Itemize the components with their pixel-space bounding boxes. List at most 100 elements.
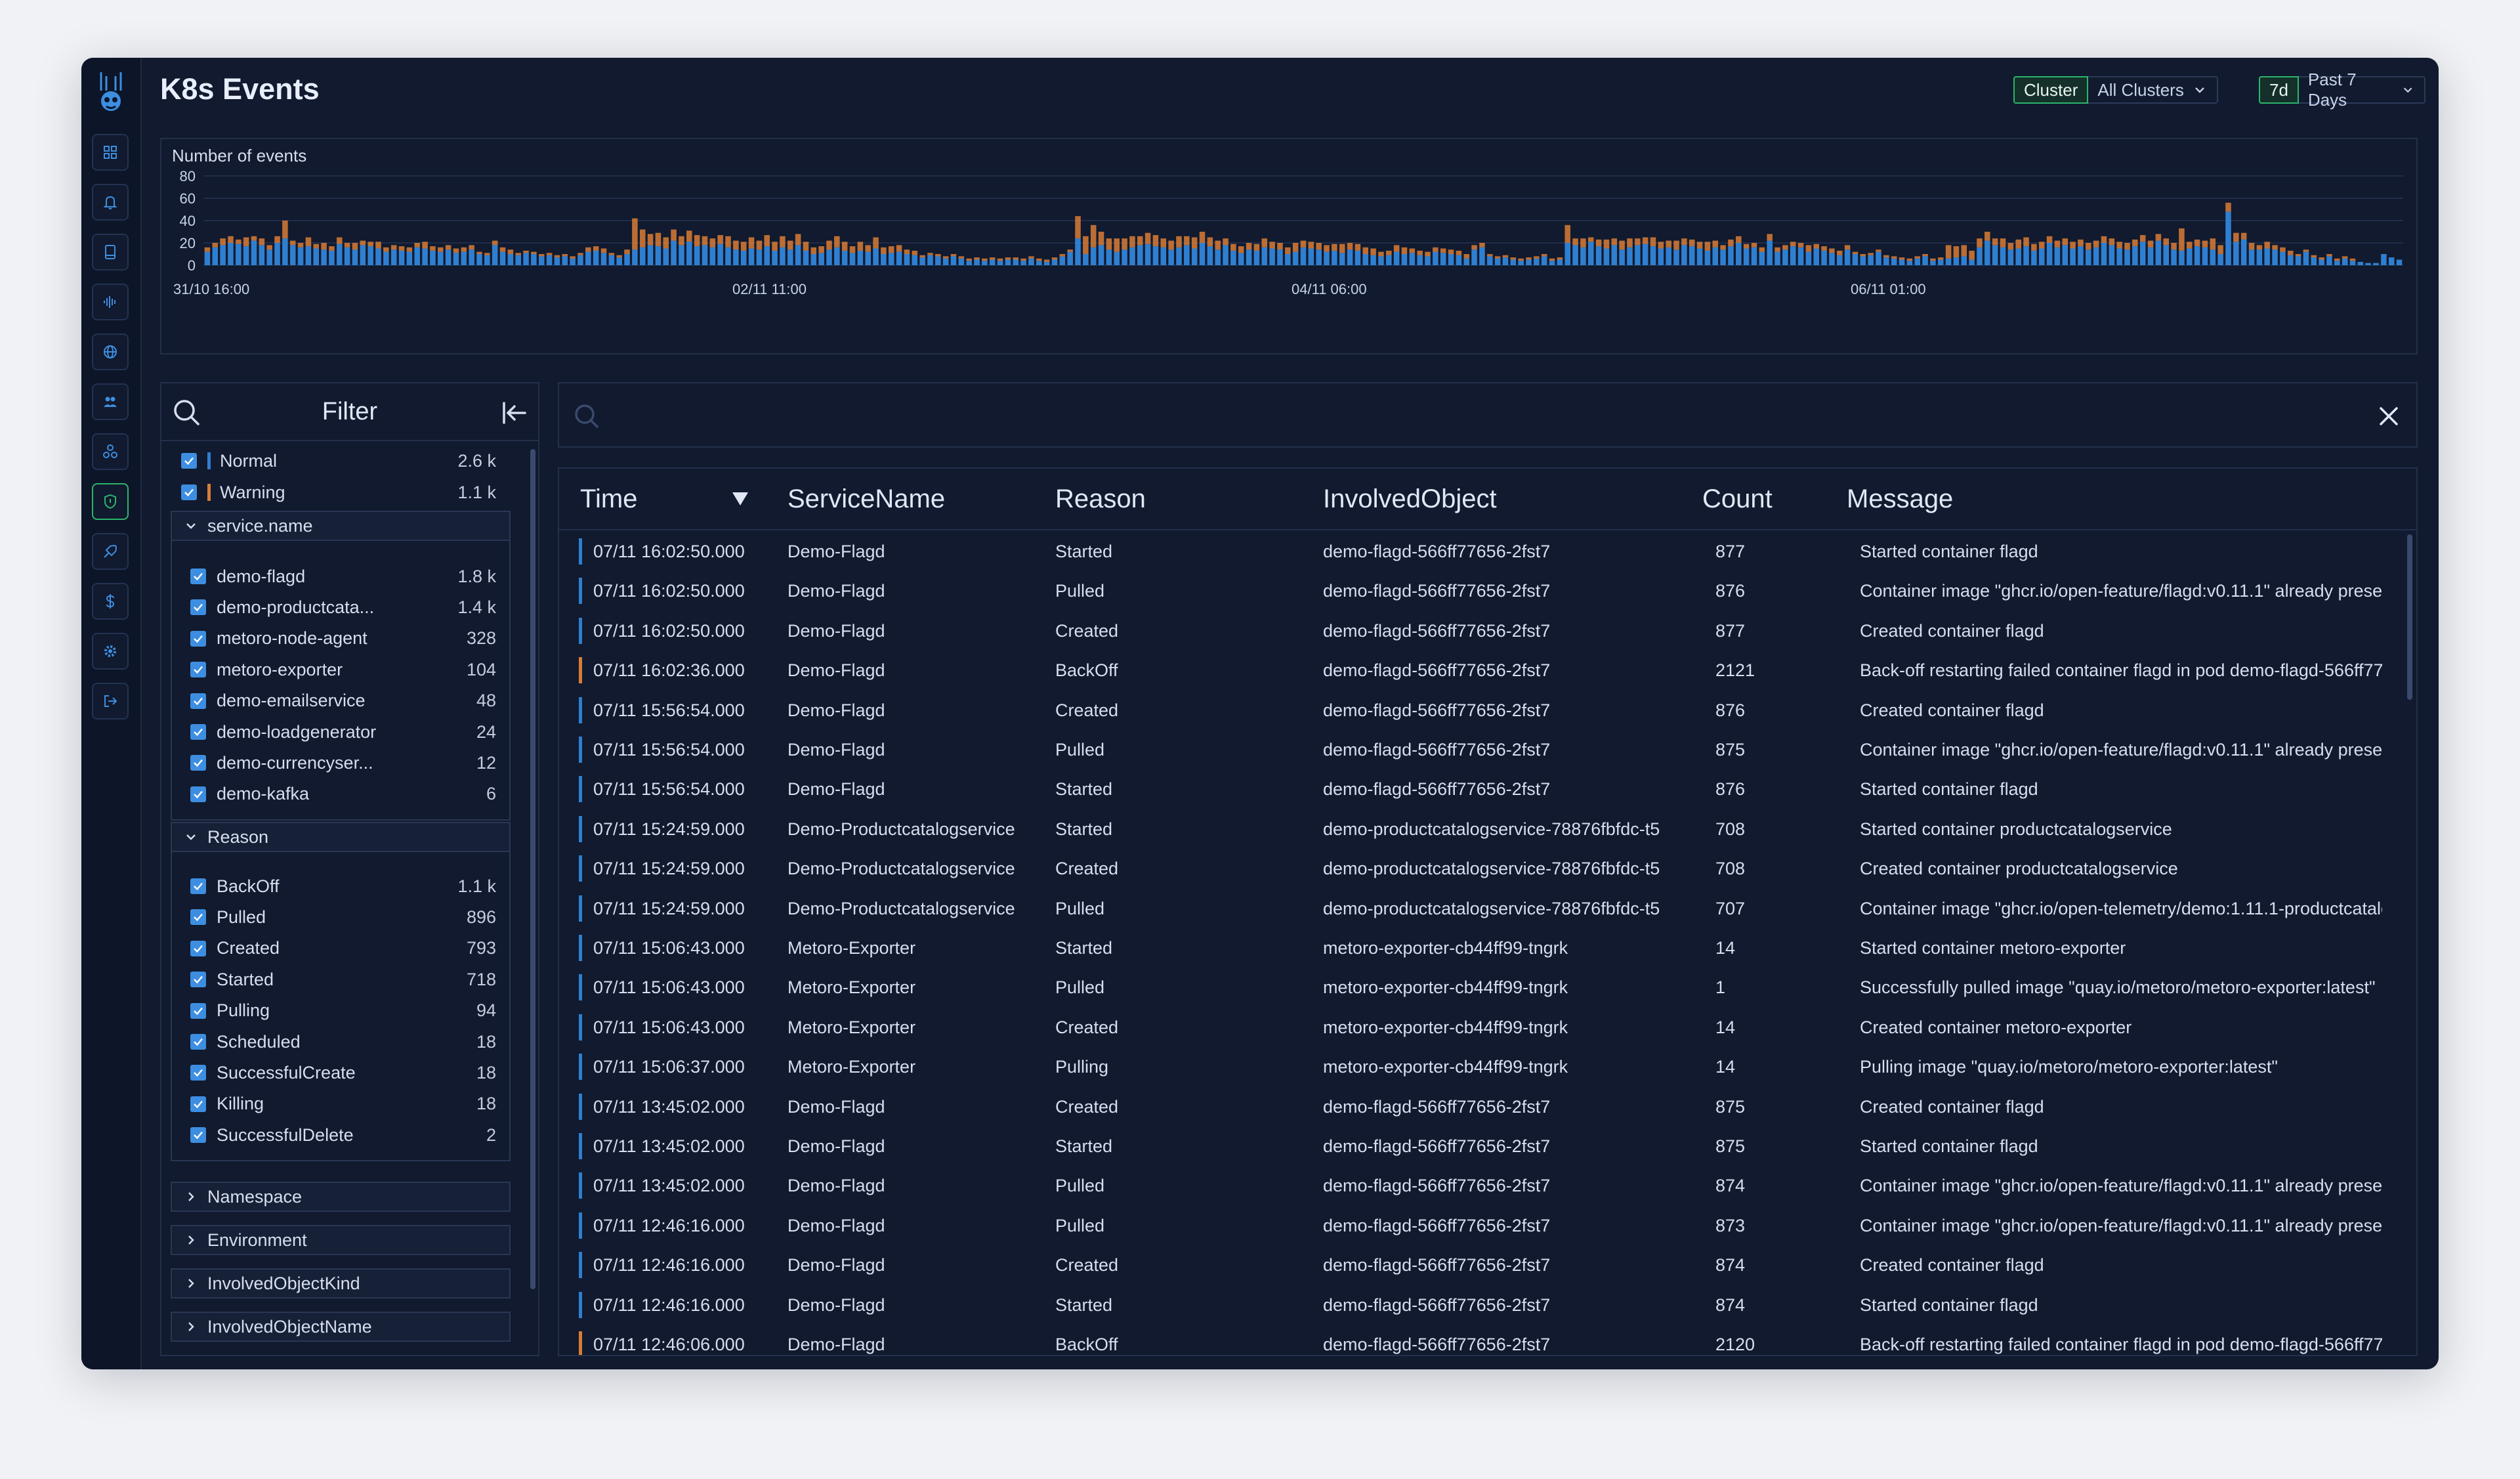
chart-bar-normal[interactable] <box>1098 245 1104 265</box>
chart-bar-normal[interactable] <box>1666 247 1671 265</box>
chart-bar-warning[interactable] <box>1479 243 1485 247</box>
chart-bar-warning[interactable] <box>942 256 949 259</box>
chart-bar-warning[interactable] <box>810 247 817 254</box>
chart-bar-warning[interactable] <box>2303 249 2309 252</box>
chart-bar-normal[interactable] <box>787 249 793 265</box>
chart-bar-normal[interactable] <box>2093 247 2099 265</box>
chart-bar-normal[interactable] <box>1728 246 1734 265</box>
chart-bar-warning[interactable] <box>1020 258 1026 261</box>
chart-bar-normal[interactable] <box>2202 247 2208 265</box>
chart-bar-normal[interactable] <box>1005 259 1011 266</box>
chart-bar-warning[interactable] <box>1961 245 1967 257</box>
chart-bar-normal[interactable] <box>1984 240 1990 265</box>
chart-bar-warning[interactable] <box>1790 242 1796 247</box>
chart-bar-normal[interactable] <box>1736 243 1742 265</box>
chart-bar-warning[interactable] <box>1417 250 1423 255</box>
chart-bar-normal[interactable] <box>2264 248 2270 266</box>
chart-bar-normal[interactable] <box>1681 245 1687 265</box>
chart-bar-normal[interactable] <box>1028 258 1034 265</box>
chart-bar-normal[interactable] <box>1852 254 1858 265</box>
chart-bar-normal[interactable] <box>1899 259 1905 266</box>
chart-bar-warning[interactable] <box>2093 240 2099 247</box>
chart-bar-warning[interactable] <box>2046 236 2053 243</box>
chart-bar-warning[interactable] <box>1922 254 1928 257</box>
chart-bar-normal[interactable] <box>593 250 599 265</box>
chart-bar-normal[interactable] <box>570 258 576 265</box>
chart-bar-normal[interactable] <box>639 247 646 265</box>
chart-bar-warning[interactable] <box>321 243 327 250</box>
table-row[interactable]: 07/11 15:56:54.000 Demo-Flagd Pulled demo-f… <box>559 730 2416 769</box>
nav-button-gear[interactable] <box>92 633 129 670</box>
chart-bar-warning[interactable] <box>2210 238 2216 250</box>
chart-bar-warning[interactable] <box>289 240 296 246</box>
filter-section-namespace[interactable]: Namespace <box>171 1182 511 1212</box>
chart-bar-normal[interactable] <box>2365 263 2371 265</box>
chart-bar-warning[interactable] <box>873 237 879 249</box>
chart-bar-warning[interactable] <box>2078 239 2084 247</box>
chart-bar-warning[interactable] <box>702 236 708 246</box>
chart-bar-normal[interactable] <box>1510 259 1517 266</box>
chart-bar-normal[interactable] <box>297 247 304 265</box>
chart-bar-normal[interactable] <box>1020 261 1026 265</box>
chart-bar-warning[interactable] <box>445 245 452 250</box>
chart-bar-normal[interactable] <box>204 251 211 265</box>
chart-bar-normal[interactable] <box>896 251 902 265</box>
chart-bar-warning[interactable] <box>228 236 234 243</box>
chart-bar-warning[interactable] <box>1013 257 1019 260</box>
chart-bar-warning[interactable] <box>2280 247 2286 252</box>
chart-bar-normal[interactable] <box>849 253 856 265</box>
filter-section-service-name[interactable]: service.name <box>171 511 511 541</box>
chart-bar-normal[interactable] <box>1152 246 1159 265</box>
chart-bar-normal[interactable] <box>2139 242 2146 265</box>
chart-bar-normal[interactable] <box>1743 248 1750 266</box>
chart-bar-normal[interactable] <box>1285 254 1291 265</box>
chart-bar-warning[interactable] <box>1292 243 1299 252</box>
chart-bar-normal[interactable] <box>1277 249 1283 265</box>
checkbox[interactable] <box>190 1096 206 1112</box>
chart-bar-normal[interactable] <box>1837 255 1843 265</box>
chart-bar-warning[interactable] <box>2342 256 2348 259</box>
filter-option-reason[interactable]: Killing 18 <box>190 1091 496 1117</box>
checkbox[interactable] <box>190 599 206 616</box>
chart-bar-warning[interactable] <box>624 249 630 254</box>
chart-bar-normal[interactable] <box>888 253 894 265</box>
chart-bar-normal[interactable] <box>1191 248 1198 266</box>
chart-bar-warning[interactable] <box>1425 251 1431 257</box>
filter-option-warning[interactable]: Warning 1.1 k <box>181 479 496 505</box>
chart-bar-warning[interactable] <box>2163 238 2170 246</box>
chart-bar-normal[interactable] <box>243 246 249 265</box>
chart-bar-warning[interactable] <box>274 236 280 243</box>
chart-bar-normal[interactable] <box>1339 253 1345 265</box>
chart-bar-warning[interactable] <box>531 251 537 254</box>
chart-bar-warning[interactable] <box>2062 238 2068 246</box>
chart-bar-warning[interactable] <box>360 240 366 246</box>
chart-bar-warning[interactable] <box>639 229 646 247</box>
chart-bar-normal[interactable] <box>958 258 965 265</box>
chart-bar-normal[interactable] <box>950 256 957 265</box>
chart-bar-normal[interactable] <box>1696 248 1703 266</box>
chart-bar-normal[interactable] <box>632 249 638 265</box>
chart-bar-normal[interactable] <box>1471 249 1477 265</box>
chart-bar-normal[interactable] <box>1619 249 1625 265</box>
chart-bar-normal[interactable] <box>647 245 654 265</box>
nav-button-globe[interactable] <box>92 333 129 370</box>
chart-bar-warning[interactable] <box>1666 240 1671 247</box>
chart-bar-normal[interactable] <box>375 248 381 266</box>
chart-bar-warning[interactable] <box>1852 251 1858 254</box>
chart-bar-normal[interactable] <box>1534 258 1540 265</box>
chart-bar-normal[interactable] <box>2240 239 2247 265</box>
chart-bar-normal[interactable] <box>2225 211 2231 265</box>
chart-bar-warning[interactable] <box>204 247 211 252</box>
chart-bar-normal[interactable] <box>1635 245 1641 265</box>
chart-bar-warning[interactable] <box>499 247 506 252</box>
chart-bar-normal[interactable] <box>1767 240 1773 265</box>
chart-bar-warning[interactable] <box>686 230 692 242</box>
chart-bar-normal[interactable] <box>1401 254 1408 265</box>
chart-bar-warning[interactable] <box>803 242 809 251</box>
chart-bar-normal[interactable] <box>2381 254 2387 265</box>
chart-bar-warning[interactable] <box>1269 242 1275 249</box>
table-row[interactable]: 07/11 13:45:02.000 Demo-Flagd Created demo-… <box>559 1087 2416 1126</box>
chart-bar-normal[interactable] <box>756 249 763 265</box>
filter-option-service[interactable]: metoro-node-agent 328 <box>190 626 496 652</box>
chart-bar-warning[interactable] <box>1642 237 1648 244</box>
